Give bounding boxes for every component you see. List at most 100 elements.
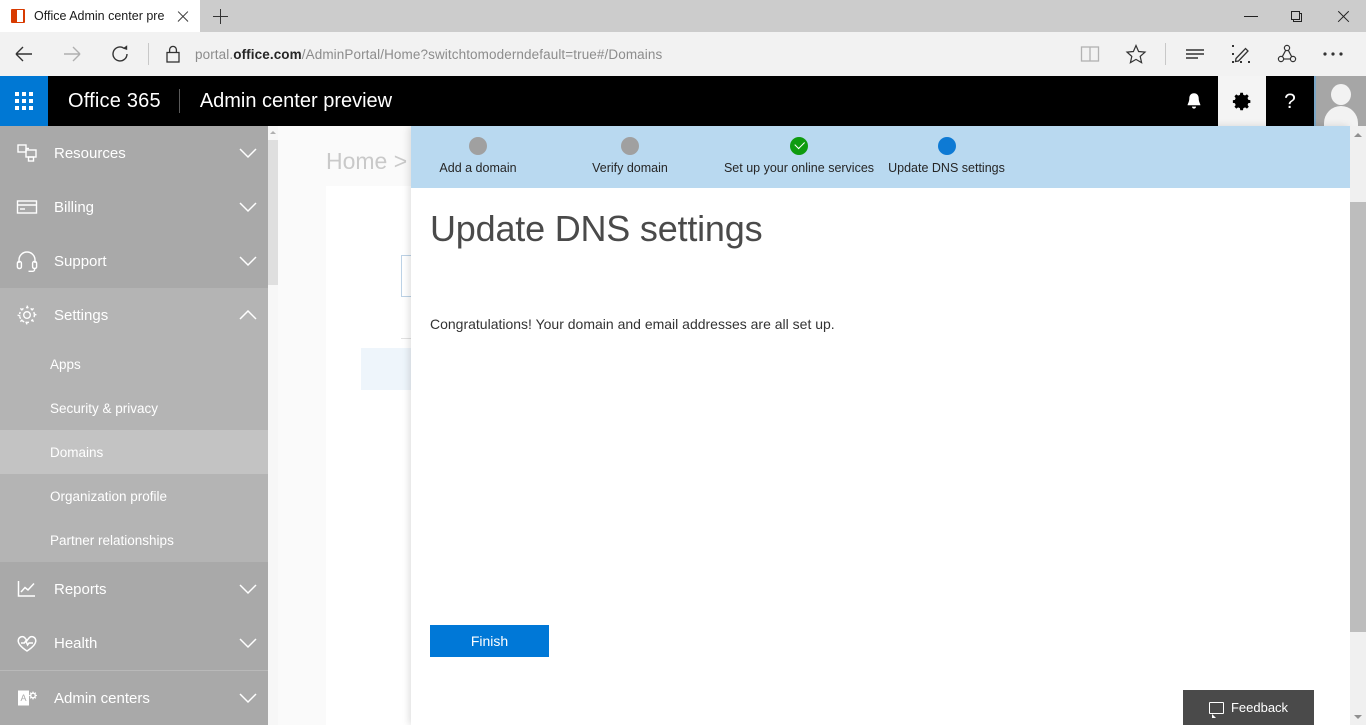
new-tab-button[interactable] (200, 0, 240, 32)
scroll-down-arrow[interactable] (1350, 708, 1366, 725)
favorites-star-icon[interactable] (1113, 32, 1159, 76)
scroll-thumb[interactable] (1350, 202, 1366, 632)
sidebar-item-support[interactable]: Support (0, 234, 270, 288)
sidebar-item-apps[interactable]: Apps (0, 342, 270, 386)
app-name-label[interactable]: Admin center preview (180, 76, 412, 126)
chevron-down-icon[interactable] (226, 202, 270, 213)
feedback-label: Feedback (1231, 700, 1288, 715)
sidebar-item-health[interactable]: Health (0, 616, 270, 670)
feedback-button[interactable]: Feedback (1183, 690, 1314, 725)
page-title: Update DNS settings (430, 208, 762, 250)
sidebar-item-label: Support (54, 253, 226, 270)
window-restore-button[interactable] (1274, 0, 1320, 32)
toolbar-divider (1165, 43, 1166, 65)
browser-nav-bar: portal.office.com/AdminPortal/Home?switc… (0, 32, 1366, 76)
url-host-prefix: portal. (195, 47, 233, 62)
health-heart-icon (0, 631, 54, 655)
sidebar-item-label: Reports (54, 581, 226, 598)
support-headset-icon (0, 249, 54, 273)
sidebar-item-admin-centers[interactable]: A Admin centers (0, 671, 270, 725)
window-minimize-button[interactable] (1228, 0, 1274, 32)
sidebar-item-security-privacy[interactable]: Security & privacy (0, 386, 270, 430)
app-launcher-icon[interactable] (0, 76, 48, 126)
share-icon[interactable] (1264, 32, 1310, 76)
office-suite-bar: Office 365 Admin center preview ? (0, 76, 1366, 126)
wizard-step-add-a-domain[interactable]: Add a domain (411, 126, 545, 188)
sidebar-item-resources[interactable]: Resources (0, 126, 270, 180)
url-host-bold: office.com (233, 47, 302, 62)
wizard-step-update-dns-settings[interactable]: Update DNS settings (869, 126, 1024, 188)
help-question-icon[interactable]: ? (1266, 76, 1314, 126)
sidebar-item-label: Billing (54, 199, 226, 216)
scroll-up-arrow[interactable] (1350, 126, 1366, 143)
page-scrollbar[interactable] (1350, 126, 1366, 725)
resources-icon (0, 141, 54, 165)
chevron-down-icon[interactable] (226, 584, 270, 595)
step-status-dot (790, 137, 808, 155)
url-path: /AdminPortal/Home?switchtomoderndefault=… (302, 47, 663, 62)
sidebar-scroll-up-arrow[interactable] (268, 126, 278, 138)
svg-text:A: A (20, 693, 26, 703)
notifications-bell-icon[interactable] (1170, 76, 1218, 126)
office-favicon (10, 8, 26, 24)
browser-tab-title: Office Admin center pre (34, 0, 172, 32)
avatar[interactable] (1314, 76, 1366, 126)
suite-spacer (412, 76, 1170, 126)
speech-bubble-icon (1209, 702, 1224, 714)
reading-view-icon[interactable] (1067, 32, 1113, 76)
wizard-step-set-up-your-online-services[interactable]: Set up your online services (704, 126, 894, 188)
chevron-up-icon[interactable] (226, 310, 270, 321)
web-note-icon[interactable] (1218, 32, 1264, 76)
sidebar-item-label: Admin centers (54, 690, 226, 707)
left-navigation: Resources Billing Support (0, 126, 270, 725)
chevron-down-icon[interactable] (226, 256, 270, 267)
wizard-step-verify-domain[interactable]: Verify domain (563, 126, 697, 188)
hub-icon[interactable] (1172, 32, 1218, 76)
step-label: Verify domain (563, 161, 697, 175)
sidebar-scroll-thumb[interactable] (268, 140, 278, 285)
back-arrow-icon[interactable] (0, 32, 48, 76)
settings-gear-icon[interactable] (1218, 76, 1266, 126)
nav-divider (148, 43, 149, 65)
forward-arrow-icon[interactable] (48, 32, 96, 76)
tab-close-icon[interactable] (172, 5, 194, 27)
sidebar-item-label: Security & privacy (50, 401, 158, 416)
chevron-down-icon[interactable] (226, 638, 270, 649)
url-bar[interactable]: portal.office.com/AdminPortal/Home?switc… (191, 32, 1067, 76)
finish-button[interactable]: Finish (430, 625, 549, 657)
sidebar-item-billing[interactable]: Billing (0, 180, 270, 234)
step-status-dot (938, 137, 956, 155)
gear-icon (0, 303, 54, 327)
step-status-dot (469, 137, 487, 155)
lock-icon (155, 32, 191, 76)
sidebar-scrollbar[interactable] (268, 126, 278, 725)
wizard-body-text: Congratulations! Your domain and email a… (430, 316, 1310, 332)
sidebar-item-organization-profile[interactable]: Organization profile (0, 474, 270, 518)
chevron-down-icon[interactable] (226, 693, 270, 704)
step-label: Set up your online services (704, 161, 894, 175)
help-glyph: ? (1284, 91, 1296, 112)
sidebar-item-settings[interactable]: Settings (0, 288, 270, 342)
billing-card-icon (0, 195, 54, 219)
sidebar-item-label: Health (54, 635, 226, 652)
breadcrumb[interactable]: Home > (326, 148, 407, 175)
sidebar-item-label: Apps (50, 357, 81, 372)
chevron-down-icon[interactable] (226, 148, 270, 159)
step-status-dot (621, 137, 639, 155)
reports-chart-icon (0, 577, 54, 601)
sidebar-item-label: Resources (54, 145, 226, 162)
sidebar-item-label: Settings (54, 307, 226, 324)
refresh-icon[interactable] (96, 32, 144, 76)
sidebar-item-reports[interactable]: Reports (0, 562, 270, 616)
browser-toolbar-icons (1067, 32, 1366, 76)
sidebar-item-label: Domains (50, 445, 103, 460)
browser-title-bar: Office Admin center pre (0, 0, 1366, 32)
window-close-button[interactable] (1320, 0, 1366, 32)
sidebar-item-domains[interactable]: Domains (0, 430, 270, 474)
brand-label[interactable]: Office 365 (48, 76, 179, 126)
sidebar-item-partner-relationships[interactable]: Partner relationships (0, 518, 270, 562)
more-icon[interactable] (1310, 32, 1356, 76)
browser-tab[interactable]: Office Admin center pre (0, 0, 200, 32)
add-domain-wizard-panel: Add a domain Verify domain Set up your o… (411, 126, 1350, 725)
admin-centers-icon: A (0, 686, 54, 710)
